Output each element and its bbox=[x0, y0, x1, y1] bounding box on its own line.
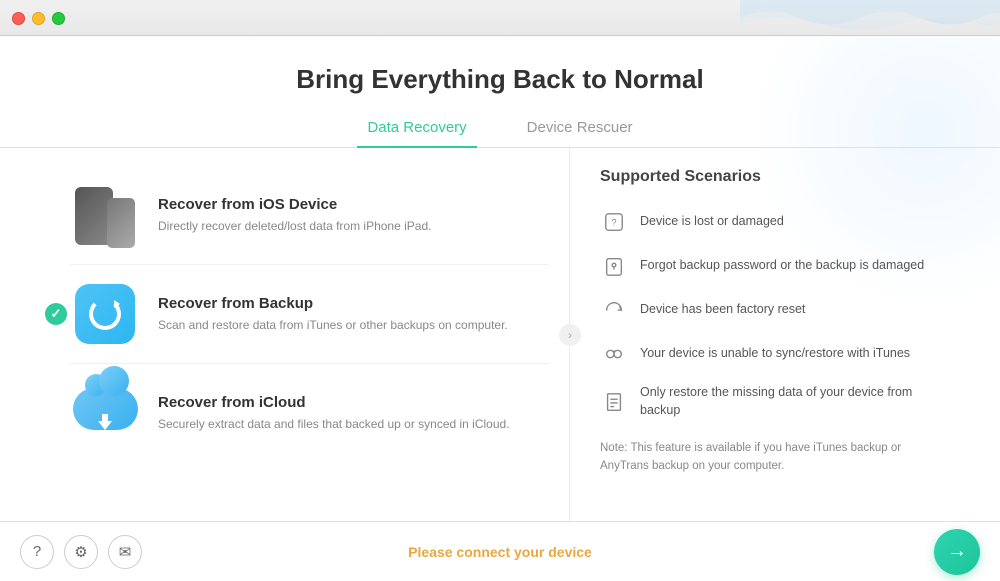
status-prefix: Please connect your bbox=[408, 544, 548, 560]
recovery-item-icloud[interactable]: Recover from iCloud Securely extract dat… bbox=[70, 363, 549, 462]
panel-chevron: › bbox=[559, 324, 581, 346]
backup-item-title: Recover from Backup bbox=[158, 295, 508, 312]
help-button[interactable]: ? bbox=[20, 535, 54, 569]
close-button[interactable] bbox=[12, 12, 25, 25]
missing-data-icon bbox=[600, 388, 628, 416]
wave-decoration bbox=[740, 0, 1000, 36]
next-arrow-icon: → bbox=[947, 540, 967, 563]
scenarios-title: Supported Scenarios bbox=[600, 168, 950, 186]
scenario-forgot-password: Forgot backup password or the backup is … bbox=[600, 244, 950, 288]
icloud-item-desc: Securely extract data and files that bac… bbox=[158, 415, 510, 433]
scenario-sync-text: Your device is unable to sync/restore wi… bbox=[640, 345, 910, 363]
backup-item-text: Recover from Backup Scan and restore dat… bbox=[158, 295, 508, 334]
icloud-item-title: Recover from iCloud bbox=[158, 394, 510, 411]
recovery-item-ios[interactable]: Recover from iOS Device Directly recover… bbox=[70, 166, 549, 264]
tab-device-rescuer[interactable]: Device Rescuer bbox=[517, 113, 643, 148]
right-panel: Supported Scenarios ? Device is lost or … bbox=[570, 148, 970, 521]
tab-data-recovery[interactable]: Data Recovery bbox=[357, 113, 476, 148]
svg-text:?: ? bbox=[611, 218, 616, 228]
scenario-factory-text: Device has been factory reset bbox=[640, 301, 805, 319]
gear-icon: ⚙ bbox=[74, 543, 87, 561]
ios-device-icon bbox=[70, 180, 140, 250]
lost-damaged-icon: ? bbox=[600, 208, 628, 236]
backup-icon bbox=[70, 279, 140, 349]
scenario-missing-data: Only restore the missing data of your de… bbox=[600, 376, 950, 427]
main-content: Bring Everything Back to Normal Data Rec… bbox=[0, 36, 1000, 521]
left-panel: Recover from iOS Device Directly recover… bbox=[30, 148, 570, 521]
factory-reset-icon bbox=[600, 296, 628, 324]
ios-item-desc: Directly recover deleted/lost data from … bbox=[158, 217, 431, 235]
tabs-container: Data Recovery Device Rescuer bbox=[0, 113, 1000, 148]
status-text: Please connect your device bbox=[408, 544, 592, 560]
icloud-icon bbox=[70, 378, 140, 448]
ios-item-title: Recover from iOS Device bbox=[158, 196, 431, 213]
mail-icon: ✉ bbox=[119, 543, 132, 561]
sync-issue-icon bbox=[600, 340, 628, 368]
title-bar bbox=[0, 0, 1000, 36]
scenario-factory-reset: Device has been factory reset bbox=[600, 288, 950, 332]
settings-button[interactable]: ⚙ bbox=[64, 535, 98, 569]
scenario-lost-text: Device is lost or damaged bbox=[640, 213, 784, 231]
ios-item-text: Recover from iOS Device Directly recover… bbox=[158, 196, 431, 235]
maximize-button[interactable] bbox=[52, 12, 65, 25]
icloud-item-text: Recover from iCloud Securely extract dat… bbox=[158, 394, 510, 433]
backup-item-desc: Scan and restore data from iTunes or oth… bbox=[158, 316, 508, 334]
scenarios-note: Note: This feature is available if you h… bbox=[600, 439, 950, 476]
forgot-password-icon bbox=[600, 252, 628, 280]
bottom-left-icons: ? ⚙ ✉ bbox=[20, 535, 142, 569]
status-highlight: device bbox=[548, 544, 592, 560]
mail-button[interactable]: ✉ bbox=[108, 535, 142, 569]
minimize-button[interactable] bbox=[32, 12, 45, 25]
help-icon: ? bbox=[33, 543, 41, 560]
scenario-forgot-text: Forgot backup password or the backup is … bbox=[640, 257, 924, 275]
main-title: Bring Everything Back to Normal bbox=[296, 64, 703, 95]
content-area: Recover from iOS Device Directly recover… bbox=[0, 148, 1000, 521]
bottom-bar: ? ⚙ ✉ Please connect your device → bbox=[0, 521, 1000, 581]
recovery-item-backup[interactable]: Recover from Backup Scan and restore dat… bbox=[70, 264, 549, 363]
scenario-lost-damaged: ? Device is lost or damaged bbox=[600, 200, 950, 244]
scenario-sync-issue: Your device is unable to sync/restore wi… bbox=[600, 332, 950, 376]
next-button[interactable]: → bbox=[934, 529, 980, 575]
scenario-missing-text: Only restore the missing data of your de… bbox=[640, 384, 950, 419]
selected-checkmark bbox=[45, 303, 67, 325]
